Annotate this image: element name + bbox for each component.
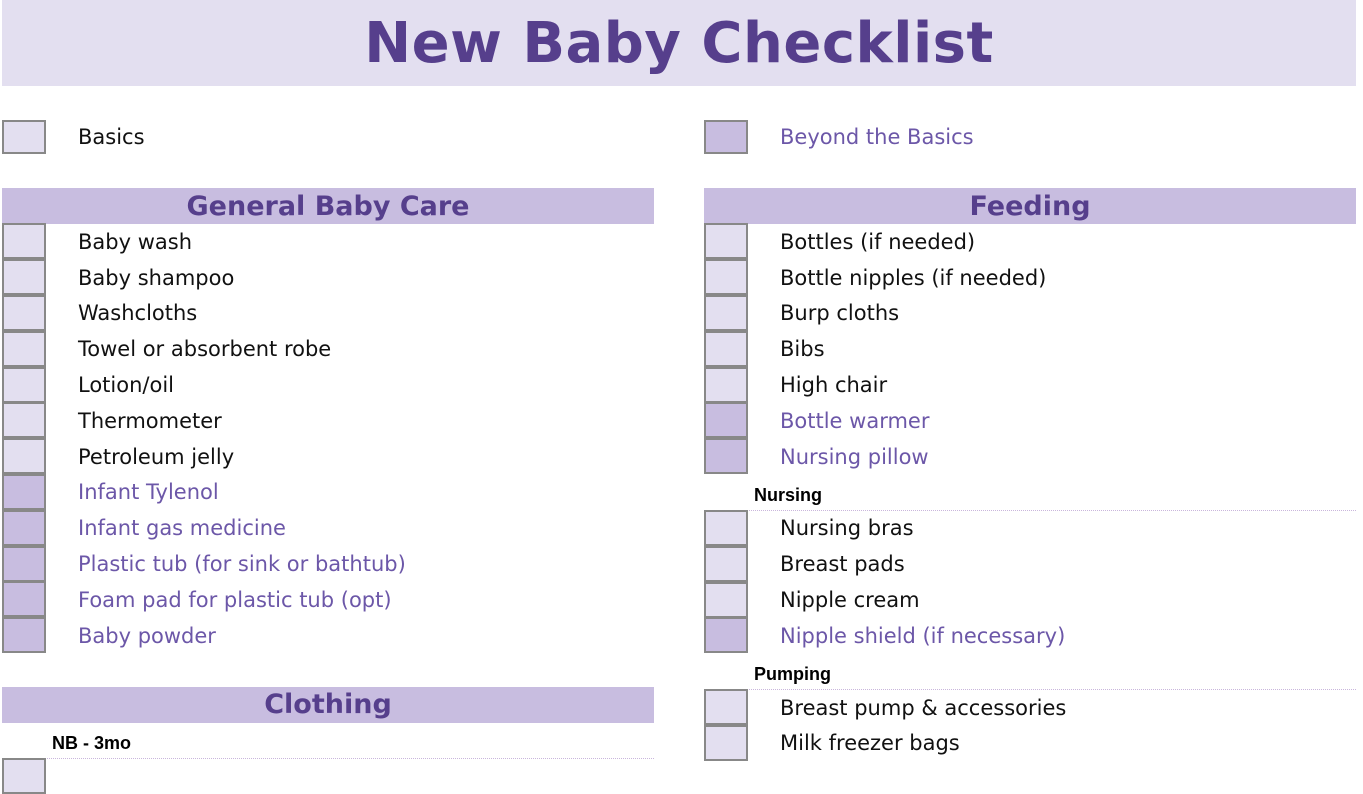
list-item[interactable]: Bottle warmer — [704, 402, 1356, 439]
item-label: Bibs — [780, 337, 825, 362]
checkbox[interactable] — [2, 581, 46, 618]
checkbox[interactable] — [2, 438, 46, 475]
list-item[interactable]: Nursing pillow — [704, 438, 1356, 475]
legend-beyond-swatch — [704, 120, 748, 154]
item-label: Nursing bras — [780, 516, 914, 541]
item-label: Washcloths — [78, 301, 198, 326]
checkbox[interactable] — [2, 330, 46, 367]
checkbox[interactable] — [704, 581, 748, 618]
list-item[interactable]: Thermometer — [2, 402, 654, 439]
checkbox[interactable] — [704, 259, 748, 296]
legend-basics-swatch — [2, 120, 46, 154]
list-item[interactable]: Milk freezer bags — [704, 724, 1356, 762]
list-item[interactable]: Breast pump & accessories — [704, 689, 1356, 726]
checkbox[interactable] — [704, 617, 748, 654]
item-label: Lotion/oil — [78, 373, 174, 398]
list-item[interactable]: Nipple shield (if necessary) — [704, 617, 1356, 654]
checkbox[interactable] — [704, 509, 748, 546]
checkbox[interactable] — [704, 294, 748, 331]
item-label: Milk freezer bags — [780, 731, 960, 756]
list-item[interactable]: High chair — [704, 366, 1356, 403]
item-label: Towel or absorbent robe — [78, 337, 332, 362]
checkbox[interactable] — [2, 223, 46, 260]
checkbox[interactable] — [2, 617, 46, 654]
legend-basics-label: Basics — [78, 125, 145, 149]
list-item[interactable]: Bottle nipples (if needed) — [704, 259, 1356, 296]
section-header-general-baby-care: General Baby Care — [2, 188, 654, 224]
subheader-nursing: Nursing — [704, 475, 1356, 511]
checkbox[interactable] — [704, 330, 748, 367]
list-item[interactable]: Foam pad for plastic tub (opt) — [2, 581, 654, 618]
list-item[interactable]: Nursing bras — [704, 509, 1356, 547]
checkbox[interactable] — [704, 689, 748, 726]
checkbox[interactable] — [704, 545, 748, 582]
feeding-list: Bottles (if needed) Bottle nipples (if ne… — [704, 223, 1356, 475]
checkbox[interactable] — [2, 509, 46, 546]
list-item[interactable] — [2, 757, 654, 794]
item-label: Baby powder — [78, 623, 216, 648]
list-item[interactable]: Infant Tylenol — [2, 473, 654, 511]
general-baby-care-list: Baby wash Baby shampoo Washcloths Towel or … — [2, 223, 654, 654]
list-item[interactable]: Baby shampoo — [2, 259, 654, 296]
checkbox[interactable] — [2, 402, 46, 439]
checkbox[interactable] — [2, 366, 46, 403]
item-label: High chair — [780, 373, 888, 398]
item-label: Breast pump & accessories — [780, 695, 1067, 720]
item-label: Bottles (if needed) — [780, 229, 976, 254]
item-label: Infant Tylenol — [78, 480, 219, 505]
list-item[interactable]: Bibs — [704, 330, 1356, 367]
legend-basics: Basics — [2, 118, 145, 156]
item-label: Thermometer — [78, 408, 222, 433]
checkbox[interactable] — [2, 757, 46, 794]
list-item[interactable]: Washcloths — [2, 294, 654, 332]
nursing-list: Nursing bras Breast pads Nipple cream Nippl… — [704, 509, 1356, 654]
checkbox[interactable] — [704, 402, 748, 439]
list-item[interactable]: Towel or absorbent robe — [2, 330, 654, 367]
list-item[interactable]: Baby powder — [2, 617, 654, 654]
item-label: Infant gas medicine — [78, 516, 286, 541]
right-column: Feeding Bottles (if needed) Bottle nipple… — [704, 188, 1356, 761]
item-label: Plastic tub (for sink or bathtub) — [78, 552, 406, 577]
subheader-nb-3mo: NB - 3mo — [2, 723, 654, 759]
section-header-feeding: Feeding — [704, 188, 1356, 224]
item-label: Breast pads — [780, 552, 905, 577]
left-column: General Baby Care Baby wash Baby shampoo W… — [2, 188, 654, 794]
item-label: Nursing pillow — [780, 444, 929, 469]
item-label: Baby wash — [78, 229, 193, 254]
list-item[interactable]: Breast pads — [704, 545, 1356, 582]
page-title-banner: New Baby Checklist — [2, 0, 1356, 86]
item-label: Petroleum jelly — [78, 444, 235, 469]
section-header-clothing: Clothing — [2, 686, 654, 723]
checkbox[interactable] — [2, 473, 46, 510]
item-label: Bottle warmer — [780, 408, 930, 433]
checkbox[interactable] — [2, 294, 46, 331]
subheader-pumping: Pumping — [704, 654, 1356, 690]
list-item[interactable]: Infant gas medicine — [2, 509, 654, 546]
item-label: Bottle nipples (if needed) — [780, 265, 1047, 290]
item-label: Foam pad for plastic tub (opt) — [78, 587, 392, 612]
list-item[interactable]: Plastic tub (for sink or bathtub) — [2, 545, 654, 582]
checkbox[interactable] — [704, 438, 748, 475]
pumping-list: Breast pump & accessories Milk freezer ba… — [704, 689, 1356, 762]
list-item[interactable]: Bottles (if needed) — [704, 223, 1356, 260]
checkbox[interactable] — [704, 223, 748, 260]
list-item[interactable]: Burp cloths — [704, 294, 1356, 332]
legend-beyond: Beyond the Basics — [704, 118, 974, 156]
checkbox[interactable] — [704, 724, 748, 761]
list-item[interactable]: Baby wash — [2, 223, 654, 260]
page-title: New Baby Checklist — [364, 10, 994, 76]
checkbox[interactable] — [2, 545, 46, 582]
checkbox[interactable] — [704, 366, 748, 403]
item-label: Nipple cream — [780, 588, 920, 613]
item-label: Baby shampoo — [78, 265, 235, 290]
legend-beyond-label: Beyond the Basics — [780, 125, 974, 149]
checkbox[interactable] — [2, 259, 46, 296]
list-item[interactable]: Petroleum jelly — [2, 438, 654, 475]
item-label: Burp cloths — [780, 301, 900, 326]
list-item[interactable]: Nipple cream — [704, 581, 1356, 618]
list-item[interactable]: Lotion/oil — [2, 366, 654, 403]
item-label: Nipple shield (if necessary) — [780, 623, 1066, 648]
